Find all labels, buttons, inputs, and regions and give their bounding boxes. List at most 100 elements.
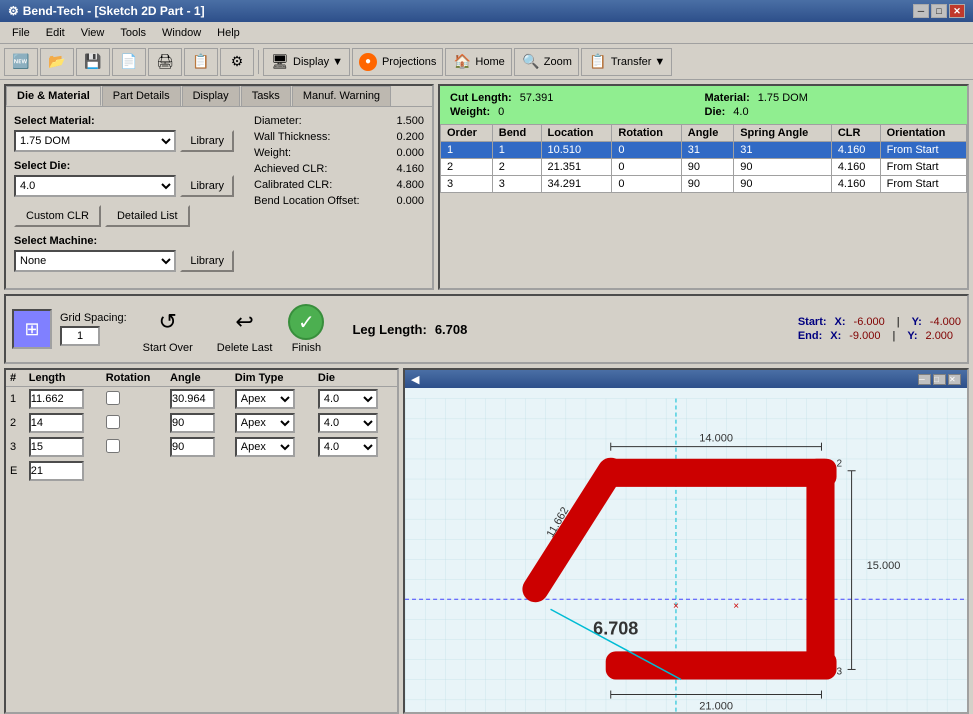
coordinates-section: Start: X: -6.000 | Y: -4.000 End: X: -9.…: [798, 316, 961, 342]
close-btn[interactable]: ✕: [949, 4, 965, 18]
toolbar-print[interactable]: 🖨: [148, 48, 182, 76]
leg-angle-input-2[interactable]: [170, 413, 215, 433]
transfer-icon: 📋: [588, 52, 608, 72]
menu-help[interactable]: Help: [209, 25, 248, 41]
new-icon: 🆕: [11, 52, 31, 72]
minimize-btn[interactable]: ─: [913, 4, 929, 18]
cell-location-2: 21.351: [541, 159, 612, 176]
material-library-btn[interactable]: Library: [180, 130, 234, 152]
cell-clr-1: 4.160: [831, 142, 880, 159]
leg-die-select-1[interactable]: 4.0: [318, 389, 378, 409]
tab-display[interactable]: Display: [182, 86, 240, 106]
leg-num-3: 3: [6, 435, 25, 459]
leg-col-angle: Angle: [166, 370, 231, 387]
leg-rotation-check-3[interactable]: [106, 439, 120, 453]
maximize-btn[interactable]: □: [931, 4, 947, 18]
menu-file[interactable]: File: [4, 25, 38, 41]
table-row[interactable]: 2 2 21.351 0 90 90 4.160 From Start: [441, 159, 967, 176]
cell-bend-3: 3: [492, 176, 541, 193]
toolbar-projections[interactable]: ● Projections: [352, 48, 443, 76]
e-value-input[interactable]: [29, 461, 84, 481]
menu-tools[interactable]: Tools: [112, 25, 154, 41]
cell-clr-2: 4.160: [831, 159, 880, 176]
right-panel: Cut Length: 57.391 Material: 1.75 DOM We…: [438, 84, 969, 290]
detailed-list-btn[interactable]: Detailed List: [105, 205, 190, 227]
toolbar-home[interactable]: 🏠 Home: [445, 48, 511, 76]
col-spring-angle: Spring Angle: [734, 125, 832, 142]
start-x-value: -6.000: [854, 316, 885, 328]
leg-dimtype-select-1[interactable]: Apex: [235, 389, 295, 409]
delete-last-btn[interactable]: ↩ Delete Last: [209, 300, 281, 358]
die-library-btn[interactable]: Library: [180, 175, 234, 197]
tab-part-details[interactable]: Part Details: [102, 86, 181, 106]
canvas-minimize[interactable]: ─: [918, 374, 931, 385]
col-bend: Bend: [492, 125, 541, 142]
leg-rotation-check-2[interactable]: [106, 415, 120, 429]
machine-row: None Library: [14, 250, 234, 272]
e-label: E: [6, 459, 25, 483]
leg-length-input-1[interactable]: [29, 389, 84, 409]
finish-icon: ✓: [288, 304, 324, 340]
calibrated-clr-label: Calibrated CLR:: [254, 179, 332, 191]
end-y-value: 2.000: [926, 330, 954, 342]
toolbar-zoom[interactable]: 🔍 Zoom: [514, 48, 579, 76]
machine-select[interactable]: None: [14, 250, 176, 272]
leg-rotation-check-1[interactable]: [106, 391, 120, 405]
cell-rotation-2: 0: [612, 159, 681, 176]
canvas-controls: ─ □ ✕: [918, 374, 961, 385]
leg-length-input-2[interactable]: [29, 413, 84, 433]
leg-dimtype-select-3[interactable]: Apex: [235, 437, 295, 457]
transfer-label: Transfer: [611, 56, 652, 68]
menu-edit[interactable]: Edit: [38, 25, 73, 41]
cell-rotation-3: 0: [612, 176, 681, 193]
menu-view[interactable]: View: [73, 25, 113, 41]
select-machine-label: Select Machine:: [14, 235, 234, 247]
menu-window[interactable]: Window: [154, 25, 209, 41]
start-over-btn[interactable]: ↺ Start Over: [135, 300, 201, 358]
finish-btn[interactable]: ✓ Finish: [288, 304, 324, 354]
machine-library-btn[interactable]: Library: [180, 250, 234, 272]
leg-die-select-2[interactable]: 4.0: [318, 413, 378, 433]
leg-angle-input-1[interactable]: [170, 389, 215, 409]
title-bar: ⚙ Bend-Tech - [Sketch 2D Part - 1] ─ □ ✕: [0, 0, 973, 22]
custom-clr-btn[interactable]: Custom CLR: [14, 205, 101, 227]
toolbar-display[interactable]: 🖥 Display ▼: [263, 48, 350, 76]
canvas-inner: 14.000 15.000 21.000 11.662 6.708: [405, 388, 967, 714]
leg-angle-input-3[interactable]: [170, 437, 215, 457]
leg-length-input-3[interactable]: [29, 437, 84, 457]
material-select[interactable]: 1.75 DOM: [14, 130, 176, 152]
point-label-2: 2: [837, 459, 843, 470]
die-select[interactable]: 4.0: [14, 175, 176, 197]
dim-label-right: 15.000: [867, 560, 901, 572]
delete-last-icon: ↩: [227, 304, 263, 340]
table-row[interactable]: 3 3 34.291 0 90 90 4.160 From Start: [441, 176, 967, 193]
toolbar-transfer[interactable]: 📋 Transfer ▼: [581, 48, 672, 76]
select-die-label: Select Die:: [14, 160, 234, 172]
projections-label: Projections: [382, 56, 436, 68]
start-coord-row: Start: X: -6.000 | Y: -4.000: [798, 316, 961, 328]
finish-label: Finish: [292, 342, 321, 354]
tabs-container: Die & Material Part Details Display Task…: [6, 86, 432, 107]
toolbar-save2[interactable]: 📄: [112, 48, 146, 76]
leg-die-select-3[interactable]: 4.0: [318, 437, 378, 457]
grid-spacing-input[interactable]: [60, 326, 100, 346]
tab-die-material[interactable]: Die & Material: [6, 86, 101, 106]
title-controls: ─ □ ✕: [913, 4, 965, 18]
save-icon: 💾: [83, 52, 103, 72]
leg-dimtype-select-2[interactable]: Apex: [235, 413, 295, 433]
canvas-close[interactable]: ✕: [948, 374, 961, 385]
toolbar-settings[interactable]: ⚙: [220, 48, 254, 76]
canvas-maximize[interactable]: □: [933, 374, 946, 385]
tab-tasks[interactable]: Tasks: [241, 86, 291, 106]
col-orientation: Orientation: [880, 125, 966, 142]
axis-marker: ×: [673, 601, 679, 612]
toolbar-save[interactable]: 💾: [76, 48, 110, 76]
bend-location-value: 0.000: [396, 195, 424, 207]
col-location: Location: [541, 125, 612, 142]
toolbar-new[interactable]: 🆕: [4, 48, 38, 76]
list-item: 3 Apex 4.0: [6, 435, 397, 459]
tab-manuf-warning[interactable]: Manuf. Warning: [292, 86, 391, 106]
toolbar-print2[interactable]: 📋: [184, 48, 218, 76]
toolbar-open[interactable]: 📂: [40, 48, 74, 76]
table-row[interactable]: 1 1 10.510 0 31 31 4.160 From Start: [441, 142, 967, 159]
